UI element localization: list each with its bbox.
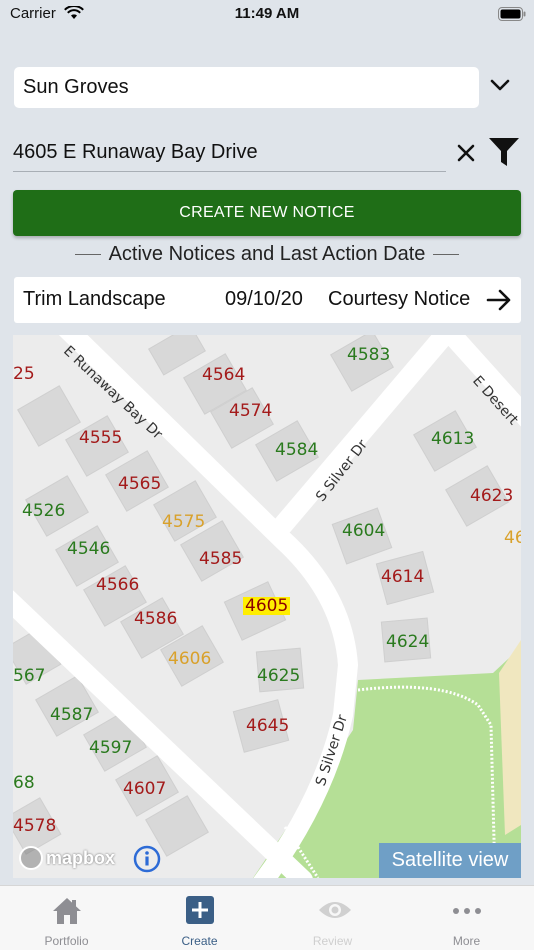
notice-type: Trim Landscape (23, 288, 166, 310)
lot-label[interactable]: 25 (13, 365, 35, 383)
tab-label: Portfolio (44, 934, 89, 948)
heading-text: Active Notices and Last Action Date (108, 243, 426, 265)
ellipsis-icon (453, 908, 481, 914)
notice-row[interactable]: Trim Landscape 09/10/20 Courtesy Notice (14, 277, 521, 323)
lot-label[interactable]: 4546 (67, 540, 110, 558)
satellite-view-button[interactable]: Satellite view (379, 843, 521, 878)
active-notices-heading: Active Notices and Last Action Date (0, 243, 534, 266)
lot-label[interactable]: 4645 (246, 717, 289, 735)
notice-status: Courtesy Notice (328, 288, 471, 310)
lot-label[interactable]: 68 (13, 774, 35, 792)
eye-icon (319, 902, 351, 918)
lot-label[interactable]: 4555 (79, 429, 122, 447)
lot-label-selected[interactable]: 4605 (243, 597, 291, 615)
tab-portfolio[interactable]: Portfolio (0, 886, 133, 950)
status-bar: Carrier 11:49 AM (0, 0, 534, 30)
tab-create[interactable]: Create (133, 886, 266, 950)
lot-label[interactable]: 4526 (22, 502, 65, 520)
heading-rule-right (433, 254, 460, 256)
tab-label: More (452, 934, 481, 948)
info-icon[interactable] (133, 845, 161, 873)
lot-label[interactable]: 4587 (50, 706, 93, 724)
clear-icon[interactable] (456, 143, 476, 163)
lot-label[interactable]: 4623 (470, 487, 513, 505)
lot-label[interactable]: 4584 (275, 441, 318, 459)
lot-label[interactable]: 4604 (342, 522, 385, 540)
lot-label[interactable]: 4625 (257, 667, 300, 685)
lot-label[interactable]: 4624 (386, 633, 429, 651)
tab-label: Review (312, 934, 353, 948)
lot-label[interactable]: 4607 (123, 780, 166, 798)
plus-square-icon (186, 896, 214, 924)
create-new-notice-button[interactable]: CREATE NEW NOTICE (13, 190, 521, 236)
lot-label[interactable]: 4565 (118, 475, 161, 493)
clock: 11:49 AM (234, 5, 300, 22)
lot-label[interactable]: 4575 (162, 513, 205, 531)
mapbox-wordmark: mapbox (46, 847, 116, 868)
lot-label[interactable]: 4613 (431, 430, 474, 448)
mapbox-mark-icon (19, 846, 43, 870)
lot-label[interactable]: 4585 (199, 550, 242, 568)
heading-rule-left (74, 254, 101, 256)
lot-label[interactable]: 4578 (13, 817, 56, 835)
chevron-down-icon[interactable] (489, 77, 511, 93)
home-icon (53, 898, 81, 924)
lot-label[interactable]: 4586 (134, 610, 177, 628)
filter-icon[interactable] (488, 137, 520, 167)
community-select[interactable]: Sun Groves (14, 67, 479, 108)
lot-label[interactable]: 4583 (347, 346, 390, 364)
lot-label[interactable]: 4606 (168, 650, 211, 668)
lot-label[interactable]: 4566 (96, 576, 139, 594)
map-view[interactable]: E Runaway Bay Dr S Silver Dr S Silver Dr… (13, 335, 521, 878)
notice-date: 09/10/20 (225, 288, 303, 310)
tab-label: Create (181, 934, 218, 948)
mapbox-logo[interactable]: mapbox (19, 846, 115, 870)
tab-bar: Portfolio Create Review More (0, 885, 534, 950)
lot-label[interactable]: 4597 (89, 739, 132, 757)
arrow-right-icon[interactable] (486, 288, 512, 312)
tab-more[interactable]: More (400, 886, 533, 950)
battery-icon (498, 7, 526, 21)
address-field[interactable]: 4605 E Runaway Bay Drive (13, 140, 446, 172)
lot-label[interactable]: 567 (13, 667, 45, 685)
lot-label[interactable]: 4564 (202, 366, 245, 384)
tab-review[interactable]: Review (266, 886, 399, 950)
lot-label[interactable]: 4614 (381, 568, 424, 586)
lot-label[interactable]: 46 (504, 529, 521, 547)
lot-label[interactable]: 4574 (229, 402, 272, 420)
